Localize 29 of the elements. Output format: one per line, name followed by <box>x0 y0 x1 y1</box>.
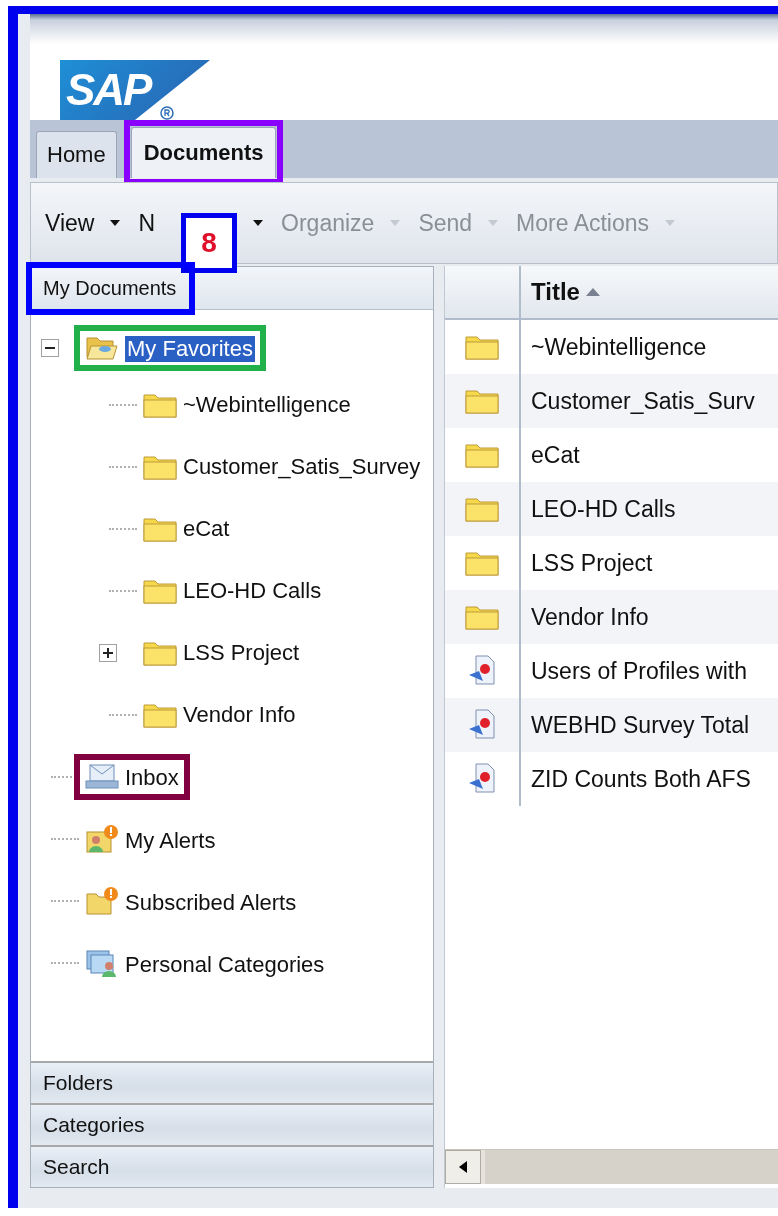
tree-item[interactable]: LSS Project <box>139 638 304 668</box>
toolbar-menu[interactable]: View <box>41 205 99 241</box>
tree-item[interactable]: LEO-HD Calls <box>139 576 326 606</box>
table-cell-text: eCat <box>530 440 580 470</box>
table-cell-text: LEO-HD Calls <box>530 494 676 524</box>
table-cell-text: ZID Counts Both AFS <box>530 764 751 794</box>
tab[interactable]: Documents <box>130 127 277 178</box>
tree-item[interactable]: Vendor Info <box>139 700 300 730</box>
table-cell-text: ~Webintelligence <box>530 332 707 362</box>
accordion-header[interactable]: Categories <box>31 1103 433 1145</box>
table-cell-text: Users of Profiles with <box>530 656 747 686</box>
table-cell-text: LSS Project <box>530 548 653 578</box>
tab[interactable]: Home <box>36 131 117 178</box>
table-cell-text: Vendor Info <box>530 602 649 632</box>
tree-item[interactable]: ~Webintelligence <box>139 390 355 420</box>
table-cell-text: Customer_Satis_Surv <box>530 386 755 416</box>
tree-item[interactable]: Customer_Satis_Survey <box>139 452 425 482</box>
table-cell-text: WEBHD Survey Total <box>530 710 750 740</box>
callout-number: 8 <box>181 213 237 273</box>
tree-item[interactable]: Personal Categories <box>81 946 329 980</box>
toolbar-menu[interactable]: N <box>134 205 160 241</box>
accordion-header[interactable]: Folders <box>31 1061 433 1103</box>
panel-title: My Documents <box>42 275 178 301</box>
logo: SAP <box>60 60 210 120</box>
accordion-header[interactable]: Search <box>31 1145 433 1187</box>
tree-item[interactable]: eCat <box>139 514 234 544</box>
tree-item[interactable]: Inbox <box>81 761 183 793</box>
tree-item[interactable]: My Alerts <box>81 822 220 856</box>
tree-item[interactable]: Subscribed Alerts <box>81 884 301 918</box>
